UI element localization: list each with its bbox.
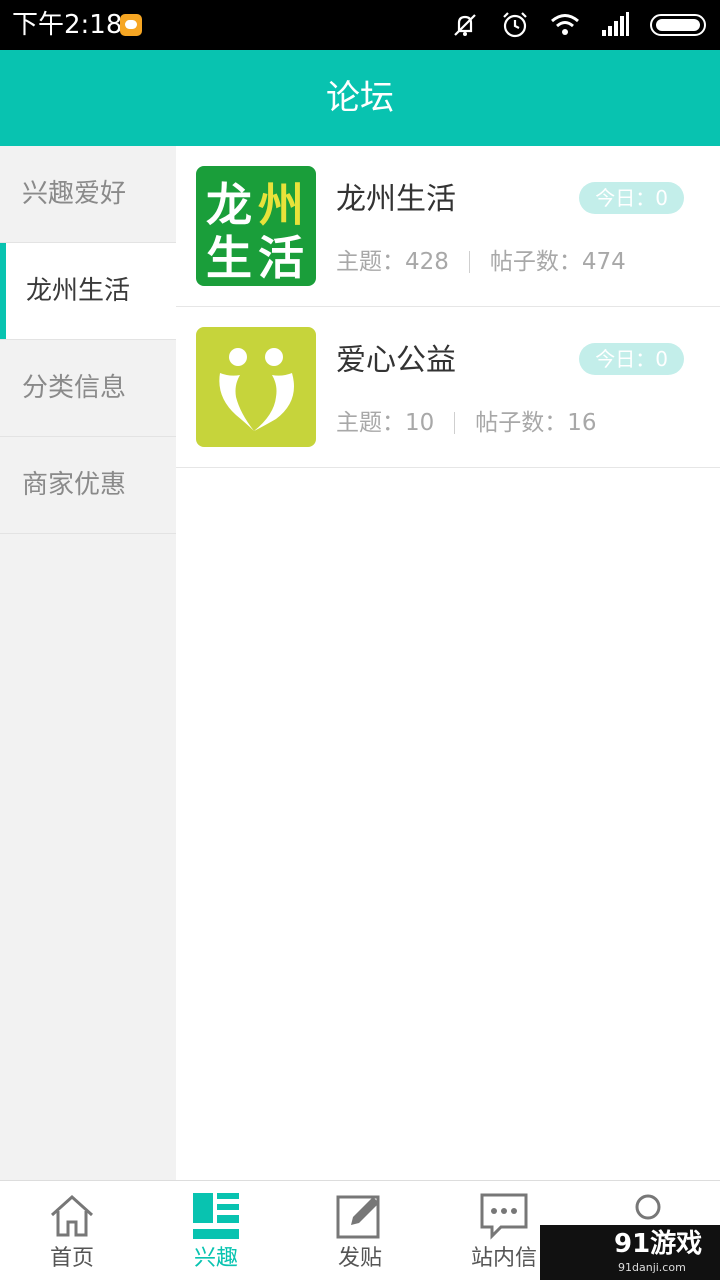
forum-stats: 主题：10 帖子数：16 [336, 407, 597, 439]
forum-stats: 主题：428 帖子数：474 [336, 246, 626, 278]
status-bar: 下午2:18 [0, 0, 720, 50]
logo-char: 州 [258, 178, 304, 232]
forum-name: 龙州生活 [336, 182, 456, 217]
status-time: 下午2:18 [12, 10, 123, 40]
forum-logo-longzhou-life: 龙 州 生 活 [196, 166, 316, 286]
mute-icon [450, 10, 480, 40]
today-count-badge: 今日：0 [579, 343, 684, 375]
status-icons [450, 10, 706, 40]
tab-label: 发贴 [337, 1246, 382, 1271]
tab-label: 首页 [49, 1246, 94, 1271]
logo-char: 活 [258, 231, 304, 285]
wifi-icon [550, 10, 580, 40]
tab-label: 兴趣 [193, 1246, 238, 1271]
sidebar-item-longzhou-life[interactable]: 龙州生活 [0, 243, 176, 340]
forum-item-longzhou-life[interactable]: 龙 州 生 活 龙州生活 今日：0 主题：428 帖子数：474 [176, 146, 720, 307]
stats-divider [468, 251, 470, 273]
compose-icon [335, 1191, 385, 1241]
sidebar-item-label: 分类信息 [22, 373, 127, 403]
topic-count: 主题：428 [336, 249, 449, 275]
logo-char: 龙 [206, 178, 252, 232]
battery-icon [650, 14, 706, 36]
sidebar-item-label: 龙州生活 [26, 276, 131, 306]
interest-list-icon [191, 1191, 241, 1241]
sidebar-item-interests[interactable]: 兴趣爱好 [0, 146, 176, 243]
heart-people-icon [219, 348, 294, 431]
watermark-title: 91游戏 [614, 1229, 703, 1259]
page-title: 论坛 [326, 78, 394, 118]
alarm-icon [500, 10, 530, 40]
post-count: 帖子数：474 [489, 249, 626, 275]
today-count-badge: 今日：0 [579, 182, 684, 214]
app-header: 论坛 [0, 50, 720, 146]
sidebar-item-label: 商家优惠 [22, 470, 127, 500]
forum-list: 龙 州 生 活 龙州生活 今日：0 主题：428 帖子数：474 爱心公益 今日… [176, 146, 720, 1180]
post-count: 帖子数：16 [475, 410, 597, 436]
tab-interests[interactable]: 兴趣 [144, 1181, 288, 1281]
forum-name: 爱心公益 [336, 343, 456, 378]
topic-count: 主题：10 [336, 410, 435, 436]
forum-item-charity[interactable]: 爱心公益 今日：0 主题：10 帖子数：16 [176, 307, 720, 468]
signal-icon [600, 10, 630, 40]
notification-icon [120, 14, 142, 36]
home-icon [47, 1191, 97, 1241]
tab-compose[interactable]: 发贴 [288, 1181, 432, 1281]
logo-char: 生 [206, 231, 252, 285]
watermark: 91游戏 91danji.com [540, 1225, 720, 1280]
watermark-url: 91danji.com [618, 1261, 686, 1274]
category-sidebar: 兴趣爱好 龙州生活 分类信息 商家优惠 [0, 146, 176, 1180]
sidebar-item-merchant-deals[interactable]: 商家优惠 [0, 437, 176, 534]
sidebar-item-classifieds[interactable]: 分类信息 [0, 340, 176, 437]
stats-divider [454, 412, 456, 434]
message-icon [479, 1191, 529, 1241]
sidebar-item-label: 兴趣爱好 [22, 179, 127, 209]
forum-logo-charity [196, 327, 316, 447]
tab-home[interactable]: 首页 [0, 1181, 144, 1281]
